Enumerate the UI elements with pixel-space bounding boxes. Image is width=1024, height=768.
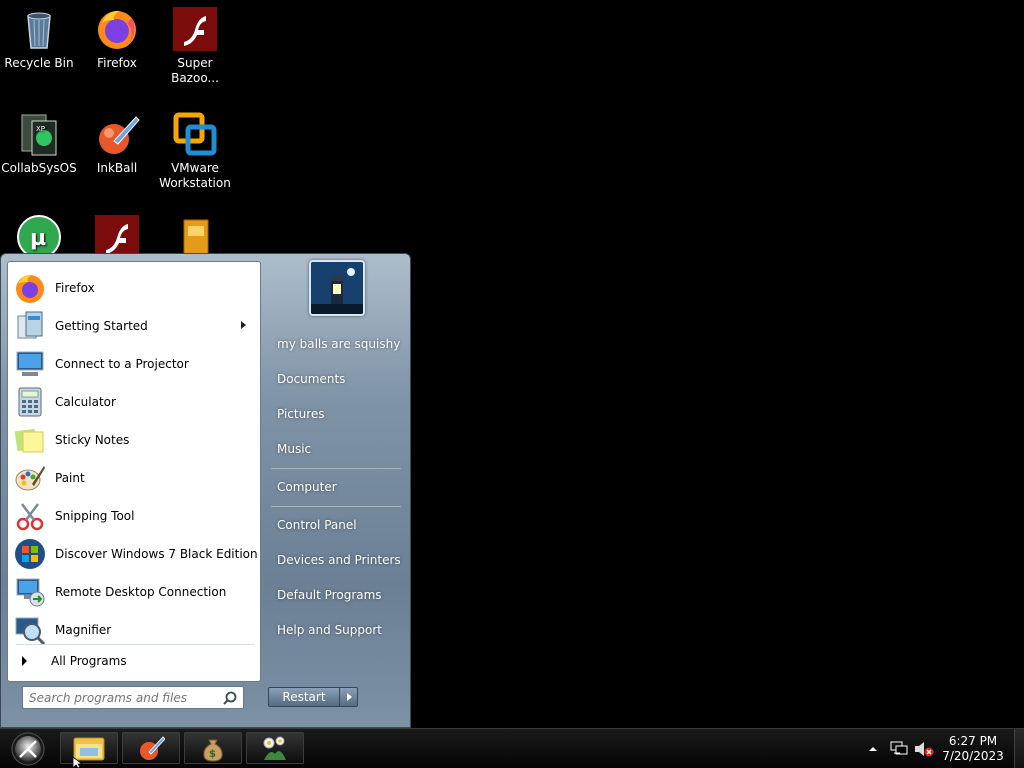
program-connect-projector[interactable]: Connect to a Projector [10,346,258,382]
program-label: Discover Windows 7 Black Edition [55,547,258,561]
show-desktop-button[interactable] [1014,729,1024,768]
network-icon [890,741,908,755]
music-item[interactable]: Music [269,436,403,462]
desktop-icon-firefox[interactable]: Firefox [78,6,156,71]
program-snipping-tool[interactable]: Snipping Tool [10,498,258,534]
control-panel-item[interactable]: Control Panel [269,512,403,538]
desktop-icon-recycle-bin[interactable]: Recycle Bin [0,6,78,71]
search-box[interactable] [22,686,244,709]
computer-item[interactable]: Computer [269,474,403,500]
volume-muted-icon [915,742,934,757]
desktop-icon-label: Recycle Bin [4,56,74,70]
svg-text:$: $ [209,749,216,760]
submenu-arrow-icon [241,321,246,329]
getting-started-icon [14,310,46,342]
flash-icon [172,6,218,52]
devices-printers-item[interactable]: Devices and Printers [269,547,403,573]
right-pane-separator [271,506,401,507]
restart-button[interactable]: Restart [268,687,340,707]
system-clock[interactable]: 6:27 PM 7/20/2023 [935,734,1011,764]
desktop-icon-label: VMware Workstation [159,161,231,190]
program-label: Magnifier [55,623,112,637]
all-programs-button[interactable]: All Programs [16,650,256,672]
program-discover-windows[interactable]: Discover Windows 7 Black Edition [10,536,258,572]
desktop-icon-inkball[interactable]: InkBall [78,111,156,176]
money-bag-icon: $ [203,739,223,762]
program-remote-desktop[interactable]: Remote Desktop Connection [10,574,258,610]
desktop-icon-vmware[interactable]: VMware Workstation [156,111,234,191]
desktop-icon-label: Firefox [97,56,137,70]
start-orb-icon [11,732,45,766]
search-icon[interactable] [223,691,237,705]
program-label: Paint [55,471,85,485]
lighthouse-icon [311,262,363,314]
vmware-icon [172,111,218,157]
projector-icon [14,348,46,380]
firefox-icon [94,6,140,52]
calculator-icon [14,386,46,418]
tray-volume-icon-button[interactable] [914,741,934,760]
program-label: Snipping Tool [55,509,135,523]
start-button[interactable] [6,731,50,767]
clock-date: 7/20/2023 [942,749,1004,763]
magnifier-icon [14,614,46,646]
recycle-bin-icon [16,6,62,52]
desktop-icon-super-bazoo[interactable]: Super Bazoo... [156,6,234,86]
desktop-icon-collabsysos[interactable]: XP CollabSysOS [0,111,78,176]
user-avatar[interactable] [309,260,365,316]
desktop-icon-label: Super Bazoo... [171,56,219,85]
desktop-icon-label: InkBall [96,161,138,175]
program-label: Remote Desktop Connection [55,585,227,599]
all-programs-label: All Programs [51,654,127,668]
taskbar-money-bag-button[interactable]: $ [184,732,242,764]
start-menu-programs-pane: Firefox Getting Started Connect to a Pro… [7,261,261,682]
svg-text:µ: µ [30,226,46,251]
inkball-icon [94,111,140,157]
start-menu: Firefox Getting Started Connect to a Pro… [0,253,411,728]
user-name-item[interactable]: my balls are squishy [269,331,403,357]
program-getting-started[interactable]: Getting Started [10,308,258,344]
program-calculator[interactable]: Calculator [10,384,258,420]
triangle-right-icon [22,656,27,666]
mouse-cursor-icon [73,757,83,768]
clock-time: 6:27 PM [948,734,998,748]
desktop-icon-label: CollabSysOS [1,161,77,175]
programs-separator [16,644,254,645]
collabsysos-icon: XP [16,111,62,157]
tray-network-icon-button[interactable] [890,741,908,760]
svg-text:XP: XP [36,125,45,133]
program-label: Calculator [55,395,116,409]
firefox-icon [14,272,46,304]
program-paint[interactable]: Paint [10,460,258,496]
show-hidden-icons-button[interactable] [868,743,878,757]
remote-desktop-icon [14,576,46,608]
right-pane-separator [271,468,401,469]
taskbar-inkball-button[interactable] [122,732,180,764]
program-magnifier[interactable]: Magnifier [10,612,258,648]
shutdown-options-button[interactable] [339,687,358,707]
chevron-right-icon [347,693,352,701]
documents-item[interactable]: Documents [269,366,403,392]
flowers-icon [263,736,286,760]
taskbar-explorer-button[interactable] [60,732,118,764]
program-label: Connect to a Projector [55,357,189,371]
default-programs-item[interactable]: Default Programs [269,582,403,608]
help-support-item[interactable]: Help and Support [269,617,403,643]
windows-logo-icon [14,538,46,570]
inkball-icon [140,736,165,760]
search-input[interactable] [23,687,213,708]
sticky-notes-icon [14,424,46,456]
scissors-icon [14,500,46,532]
program-firefox[interactable]: Firefox [10,270,258,306]
taskbar: $ 6:27 PM 7/20/2023 [0,728,1024,768]
chevron-up-icon [869,747,877,751]
program-label: Firefox [55,281,95,295]
program-label: Getting Started [55,319,148,333]
program-label: Sticky Notes [55,433,130,447]
pictures-item[interactable]: Pictures [269,401,403,427]
taskbar-flowers-button[interactable] [246,732,304,764]
paint-icon [14,462,46,494]
program-sticky-notes[interactable]: Sticky Notes [10,422,258,458]
